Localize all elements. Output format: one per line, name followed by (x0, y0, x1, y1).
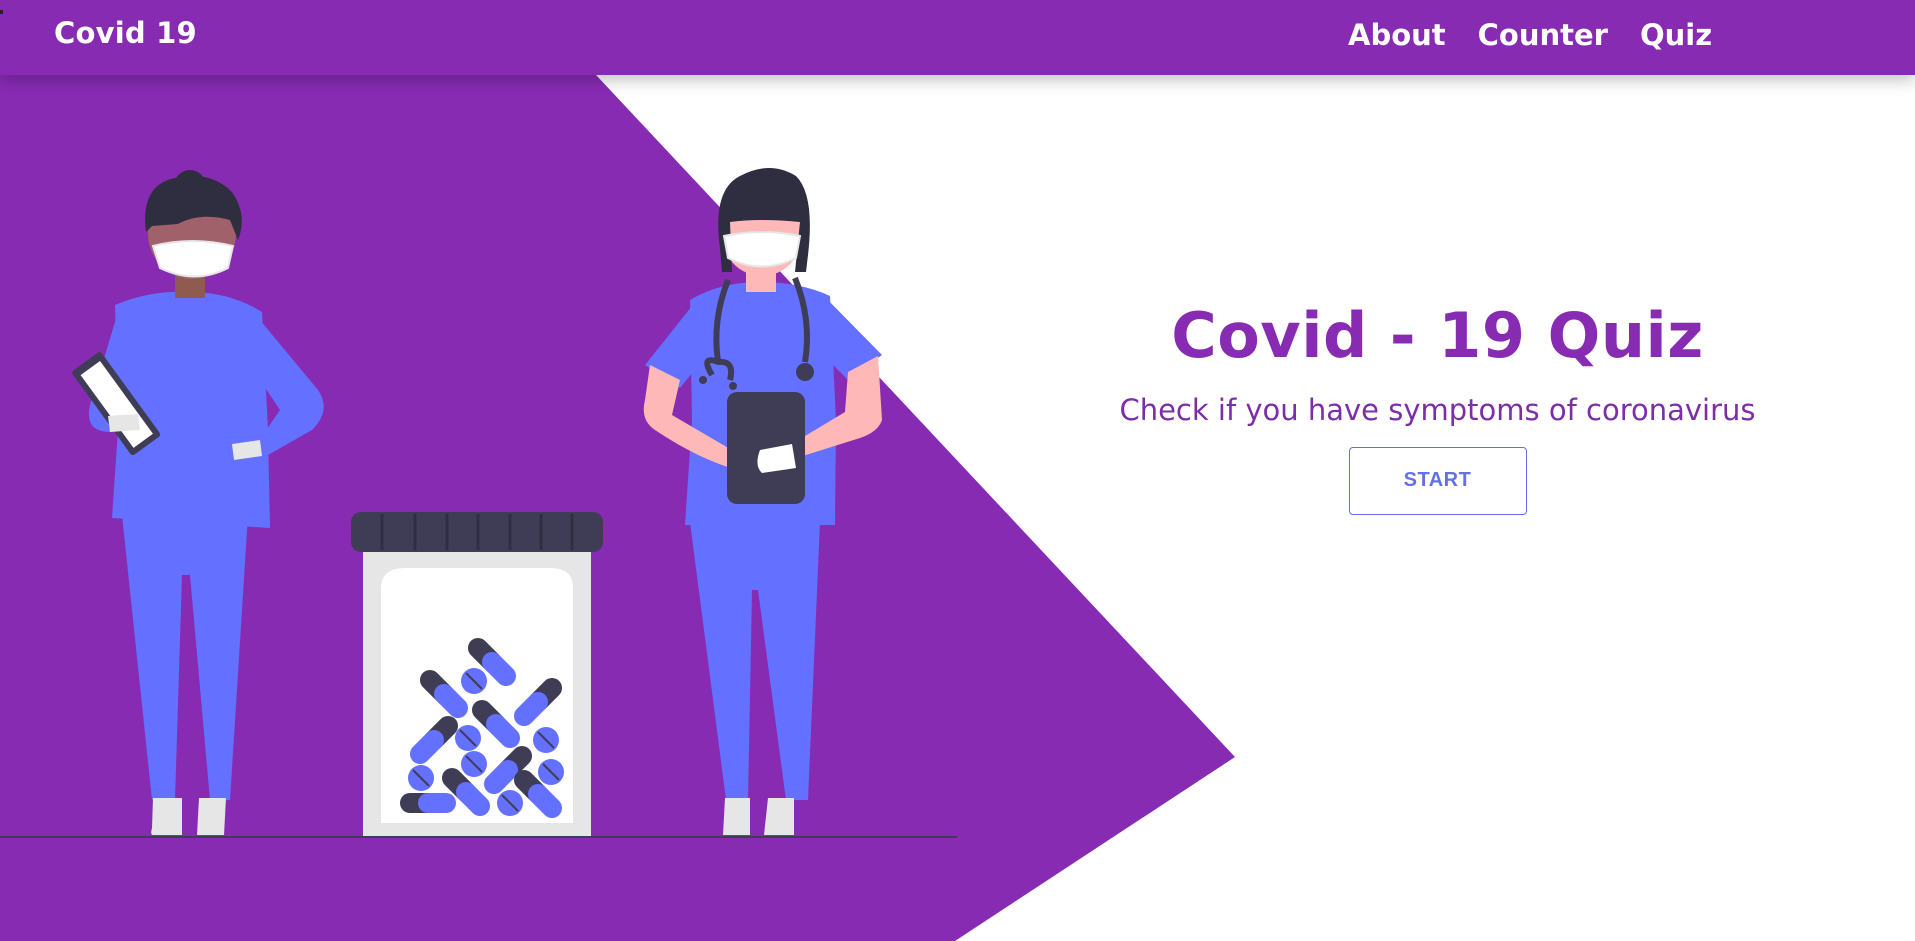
doctor-right (643, 168, 882, 835)
nav-link-counter[interactable]: Counter (1478, 18, 1608, 52)
page-subtitle: Check if you have symptoms of coronaviru… (1119, 393, 1756, 428)
stethoscope-icon (699, 376, 707, 384)
stethoscope-icon (729, 382, 737, 390)
doctor-right-shoe (764, 798, 794, 835)
start-button[interactable]: START (1348, 447, 1527, 516)
face-mask-icon (722, 231, 802, 268)
pill-bottle (351, 512, 603, 836)
brand-logo[interactable]: Covid 19 (54, 16, 197, 50)
doctor-left-glove (108, 414, 140, 432)
doctor-right-legs (690, 522, 820, 800)
doctor-left-shoe (151, 798, 182, 835)
doctor-left-legs (122, 515, 248, 800)
tablet-icon (727, 392, 805, 504)
doctor-left-hair (174, 170, 206, 202)
top-navbar: Covid 19 About Counter Quiz (0, 0, 1915, 75)
corner-marker (0, 10, 3, 14)
stethoscope-icon (796, 363, 814, 381)
nav-link-quiz[interactable]: Quiz (1640, 18, 1712, 52)
page-title: Covid - 19 Quiz (1171, 299, 1704, 372)
nav-links: About Counter Quiz (1348, 18, 1744, 52)
face-mask-icon (151, 240, 235, 278)
nav-link-about[interactable]: About (1348, 18, 1446, 52)
hero-section: Covid - 19 Quiz Check if you have sympto… (1085, 299, 1790, 516)
doctor-left-shoe (197, 798, 226, 835)
doctor-right-shoe (723, 798, 750, 835)
doctor-right-hair (747, 169, 779, 201)
doctor-left (72, 170, 324, 835)
